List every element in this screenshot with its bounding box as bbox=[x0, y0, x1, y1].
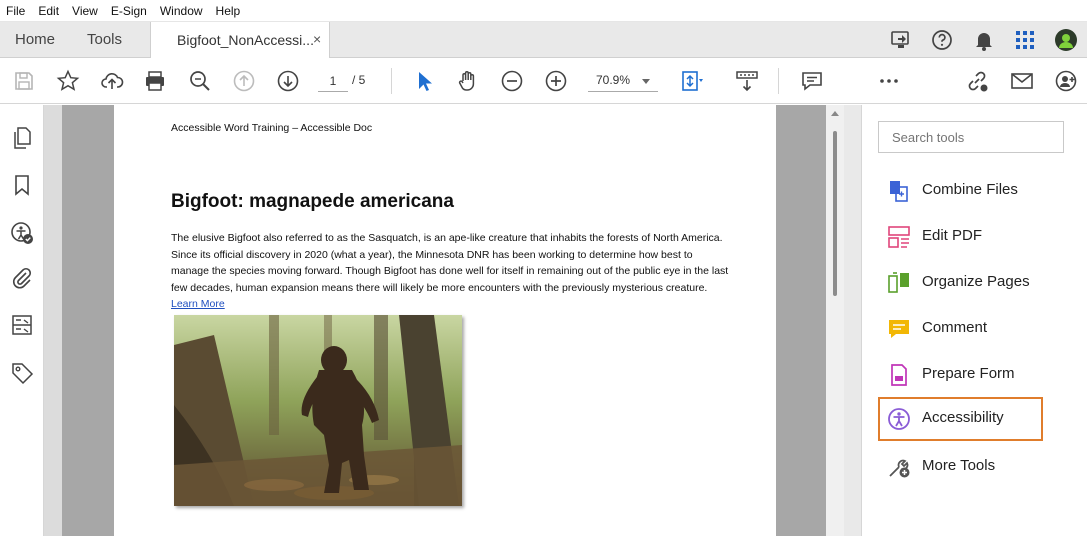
document-viewer[interactable]: Accessible Word Training – Accessible Do… bbox=[44, 105, 862, 536]
notifications-bell-icon[interactable] bbox=[972, 28, 996, 52]
menu-help[interactable]: Help bbox=[210, 4, 248, 18]
content-structure-icon[interactable] bbox=[10, 313, 34, 337]
tool-label: Organize Pages bbox=[922, 273, 1030, 290]
email-envelope-icon[interactable] bbox=[1010, 69, 1034, 93]
tool-prepare-form[interactable]: Prepare Form bbox=[878, 353, 1043, 397]
document-running-header: Accessible Word Training – Accessible Do… bbox=[171, 122, 373, 134]
main-toolbar: / 5 70.9% bbox=[0, 58, 1087, 104]
add-user-icon[interactable] bbox=[1054, 69, 1078, 93]
more-options-icon[interactable] bbox=[877, 69, 901, 93]
comment-tool-icon[interactable] bbox=[800, 69, 824, 93]
scroll-up-arrow-icon[interactable] bbox=[831, 111, 839, 116]
zoom-search-icon[interactable] bbox=[188, 69, 212, 93]
tool-label: Prepare Form bbox=[922, 365, 1015, 382]
menu-edit[interactable]: Edit bbox=[32, 4, 66, 18]
tool-label: Accessibility bbox=[922, 409, 1004, 426]
tool-more-tools[interactable]: More Tools bbox=[878, 445, 1043, 489]
scroll-mode-icon[interactable] bbox=[735, 69, 759, 93]
more-tools-icon bbox=[889, 459, 910, 478]
tool-label: Comment bbox=[922, 319, 988, 336]
zoom-in-icon[interactable] bbox=[544, 69, 568, 93]
tool-label: Combine Files bbox=[922, 181, 1018, 198]
page-total-label: / 5 bbox=[352, 73, 366, 87]
page-gutter-left bbox=[62, 105, 114, 536]
zoom-level-dropdown[interactable]: 70.9% bbox=[588, 70, 658, 92]
document-paragraph-text: The elusive Bigfoot also referred to as … bbox=[171, 232, 729, 294]
fit-page-icon[interactable] bbox=[680, 69, 704, 93]
accessibility-icon bbox=[888, 408, 910, 430]
pdf-page[interactable]: Accessible Word Training – Accessible Do… bbox=[114, 105, 776, 536]
tool-organize-pages[interactable]: Organize Pages bbox=[878, 261, 1043, 305]
user-avatar-icon[interactable] bbox=[1054, 28, 1078, 52]
apps-grid-icon[interactable] bbox=[1013, 28, 1037, 52]
menu-file[interactable]: File bbox=[0, 4, 32, 18]
print-icon[interactable] bbox=[143, 69, 167, 93]
tools-panel: Combine Files Edit PDF Organize Pages Co… bbox=[862, 105, 1087, 536]
star-bookmark-icon[interactable] bbox=[56, 69, 80, 93]
help-icon[interactable] bbox=[930, 28, 954, 52]
close-tab-icon[interactable]: × bbox=[313, 31, 321, 47]
tab-document[interactable]: Bigfoot_NonAccessi... × bbox=[150, 22, 330, 59]
tool-accessibility[interactable]: Accessibility bbox=[878, 397, 1043, 441]
tab-row: Home Tools Bigfoot_NonAccessi... × bbox=[0, 22, 1087, 59]
tool-edit-pdf[interactable]: Edit PDF bbox=[878, 215, 1043, 259]
bigfoot-photo bbox=[174, 315, 462, 506]
bookmarks-icon[interactable] bbox=[10, 173, 34, 197]
menu-view[interactable]: View bbox=[66, 4, 105, 18]
share-link-icon[interactable] bbox=[965, 69, 989, 93]
search-tools-input[interactable] bbox=[878, 121, 1064, 153]
tool-label: Edit PDF bbox=[922, 227, 983, 244]
comment-icon bbox=[889, 320, 909, 338]
tool-label: More Tools bbox=[922, 457, 996, 474]
toolbar-divider bbox=[778, 68, 779, 94]
previous-page-icon[interactable] bbox=[232, 69, 256, 93]
zoom-level-value: 70.9% bbox=[596, 73, 631, 87]
menu-window[interactable]: Window bbox=[154, 4, 210, 18]
combine-files-icon bbox=[890, 181, 908, 202]
menu-esign[interactable]: E-Sign bbox=[105, 4, 154, 18]
edit-pdf-icon bbox=[888, 226, 910, 248]
zoom-out-icon[interactable] bbox=[500, 69, 524, 93]
document-heading: Bigfoot: magnapede americana bbox=[171, 191, 454, 212]
hand-tool-icon[interactable] bbox=[456, 69, 480, 93]
document-paragraph: The elusive Bigfoot also referred to as … bbox=[171, 230, 731, 313]
page-thumbnails-icon[interactable] bbox=[10, 126, 34, 150]
attachments-paperclip-icon[interactable] bbox=[10, 266, 34, 290]
organize-pages-icon bbox=[888, 272, 909, 293]
left-navigation-rail bbox=[0, 105, 44, 536]
page-number-input[interactable] bbox=[318, 70, 348, 92]
page-gutter-right bbox=[776, 105, 826, 536]
upload-cloud-icon[interactable] bbox=[100, 69, 124, 93]
learn-more-link[interactable]: Learn More bbox=[171, 298, 225, 310]
tool-comment[interactable]: Comment bbox=[878, 307, 1043, 351]
tool-combine-files[interactable]: Combine Files bbox=[878, 169, 1043, 213]
document-scrollbar[interactable] bbox=[826, 105, 844, 536]
menu-bar: File Edit View E-Sign Window Help bbox=[0, 0, 1087, 22]
next-page-icon[interactable] bbox=[276, 69, 300, 93]
scrollbar-thumb[interactable] bbox=[833, 131, 837, 296]
share-screen-icon[interactable] bbox=[889, 28, 913, 52]
tab-document-label: Bigfoot_NonAccessi... bbox=[177, 32, 314, 48]
prepare-form-icon bbox=[891, 364, 907, 386]
chevron-down-icon bbox=[642, 79, 650, 84]
tab-tools[interactable]: Tools bbox=[87, 31, 122, 48]
toolbar-divider bbox=[391, 68, 392, 94]
save-icon[interactable] bbox=[12, 69, 36, 93]
tags-icon[interactable] bbox=[10, 361, 34, 385]
tab-home[interactable]: Home bbox=[15, 31, 55, 48]
panel-collapse-strip[interactable] bbox=[844, 105, 862, 536]
bigfoot-forest-image bbox=[174, 315, 462, 506]
select-cursor-icon[interactable] bbox=[413, 69, 437, 93]
accessibility-checker-icon[interactable] bbox=[10, 221, 34, 245]
